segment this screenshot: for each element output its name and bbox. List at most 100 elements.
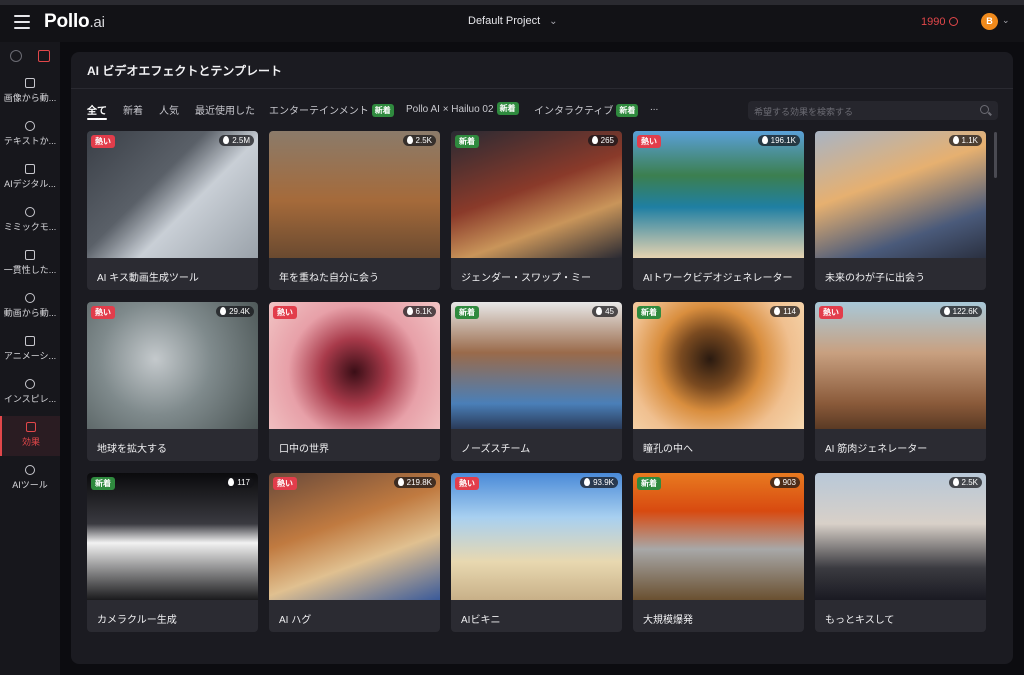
effect-thumbnail[interactable] bbox=[815, 131, 986, 258]
effect-card[interactable]: 熱い 6.1K 口中の世界 bbox=[269, 302, 440, 461]
effect-thumbnail[interactable] bbox=[87, 302, 258, 429]
sidebar-item-8[interactable]: インスピレ... bbox=[0, 373, 60, 413]
effect-title: AI 筋肉ジェネレーター bbox=[825, 444, 928, 455]
sidebar-item-3[interactable]: AIデジタル... bbox=[0, 158, 60, 198]
tab-8[interactable]: ... bbox=[650, 102, 658, 113]
effect-thumbnail[interactable] bbox=[815, 302, 986, 429]
usage-count: 29.4K bbox=[216, 306, 254, 317]
flame-icon bbox=[952, 136, 959, 144]
sidebar-item-7[interactable]: アニメーシ... bbox=[0, 330, 60, 370]
effect-thumbnail[interactable] bbox=[87, 131, 258, 258]
flame-icon bbox=[406, 307, 413, 315]
usage-count: 1.1K bbox=[948, 135, 982, 146]
tab-7[interactable]: インタラクティブ 新着 bbox=[534, 102, 639, 117]
divider bbox=[71, 88, 1013, 89]
effect-thumbnail[interactable] bbox=[269, 302, 440, 429]
usage-count-value: 122.6K bbox=[952, 307, 978, 316]
sidebar-item-9[interactable]: 効果 bbox=[0, 416, 60, 456]
sidebar: 画像から動... テキストか... AIデジタル... ミミックモ... 一貫性した..… bbox=[0, 42, 60, 675]
sidebar-item-6[interactable]: 動画から動... bbox=[0, 287, 60, 327]
tab-4[interactable]: 最近使用した bbox=[195, 102, 255, 117]
effect-card[interactable]: 2.5K もっとキスして bbox=[815, 473, 986, 632]
scrollbar[interactable] bbox=[994, 132, 997, 178]
effect-thumbnail[interactable] bbox=[269, 473, 440, 600]
tab-2[interactable]: 新着 bbox=[123, 102, 143, 117]
account-chevron-down-icon[interactable]: ⌄ bbox=[1002, 16, 1010, 26]
usage-count-value: 219.8K bbox=[406, 478, 432, 487]
effect-thumbnail[interactable] bbox=[269, 131, 440, 258]
project-selector[interactable]: Default Project ⌄ bbox=[468, 15, 558, 27]
usage-count-value: 45 bbox=[605, 307, 614, 316]
usage-count: 93.9K bbox=[580, 477, 618, 488]
effect-card[interactable]: 2.5K 年を重ねた自分に会う bbox=[269, 131, 440, 290]
effect-thumbnail[interactable] bbox=[451, 131, 622, 258]
tab-6[interactable]: Pollo AI × Hailuo 02 新着 bbox=[406, 102, 519, 115]
tab-5[interactable]: エンターテインメント 新着 bbox=[269, 102, 394, 117]
usage-count-value: 2.5K bbox=[961, 478, 978, 487]
image-mode-icon[interactable] bbox=[10, 50, 22, 62]
usage-count: 196.1K bbox=[757, 135, 800, 146]
sidebar-item-label: ミミックモ... bbox=[3, 222, 57, 232]
effect-card[interactable]: 新着 114 瞳孔の中へ bbox=[633, 302, 804, 461]
effect-title: AI ハグ bbox=[279, 615, 312, 626]
effect-thumbnail[interactable] bbox=[633, 131, 804, 258]
avatar[interactable]: B bbox=[981, 13, 998, 30]
effect-thumbnail[interactable] bbox=[87, 473, 258, 600]
usage-count-value: 117 bbox=[237, 478, 250, 487]
mode-toggle[interactable] bbox=[8, 50, 52, 64]
effect-thumbnail[interactable] bbox=[633, 302, 804, 429]
usage-count-value: 196.1K bbox=[770, 136, 796, 145]
effect-thumbnail[interactable] bbox=[815, 473, 986, 600]
sidebar-item-2[interactable]: テキストか... bbox=[0, 115, 60, 155]
flame-icon bbox=[220, 307, 227, 315]
effect-card[interactable]: 熱い 219.8K AI ハグ bbox=[269, 473, 440, 632]
search-input[interactable]: 希望する効果を検索する bbox=[748, 101, 998, 120]
top-bar: Pollo.ai Default Project ⌄ 1990 B ⌄ bbox=[0, 0, 1024, 42]
effect-card[interactable]: 新着 45 ノーズスチーム bbox=[451, 302, 622, 461]
sidebar-item-10[interactable]: AIツール bbox=[0, 459, 60, 499]
usage-count: 2.5K bbox=[402, 135, 436, 146]
effect-thumbnail[interactable] bbox=[451, 302, 622, 429]
image-to-video-icon bbox=[25, 78, 35, 88]
search-placeholder: 希望する効果を検索する bbox=[754, 107, 854, 117]
flame-icon bbox=[774, 307, 781, 315]
sidebar-item-4[interactable]: ミミックモ... bbox=[0, 201, 60, 241]
effect-card[interactable]: 新着 265 ジェンダー・スワップ・ミー bbox=[451, 131, 622, 290]
hamburger-menu-icon[interactable] bbox=[14, 15, 30, 29]
effect-card[interactable]: 熱い 93.9K AIビキニ bbox=[451, 473, 622, 632]
tab-label: インタラクティブ bbox=[534, 106, 614, 117]
effect-card[interactable]: 熱い 29.4K 地球を拡大する bbox=[87, 302, 258, 461]
sidebar-item-label: インスピレ... bbox=[3, 394, 57, 404]
tab-label: ... bbox=[650, 102, 659, 113]
effect-card[interactable]: 1.1K 未来のわが子に出会う bbox=[815, 131, 986, 290]
hot-badge: 熱い bbox=[273, 477, 297, 490]
video-mode-icon[interactable] bbox=[38, 50, 50, 62]
sidebar-item-5[interactable]: 一貫性した... bbox=[0, 244, 60, 284]
sidebar-item-label: テキストか... bbox=[3, 136, 57, 146]
effect-card[interactable]: 熱い 2.5M AI キス動画生成ツール bbox=[87, 131, 258, 290]
effect-card[interactable]: 熱い 122.6K AI 筋肉ジェネレーター bbox=[815, 302, 986, 461]
tab-1[interactable]: 全て bbox=[87, 102, 107, 120]
hot-badge: 熱い bbox=[819, 306, 843, 319]
project-name: Default Project bbox=[468, 15, 541, 27]
effect-card[interactable]: 熱い 196.1K AIトワークビデオジェネレーター bbox=[633, 131, 804, 290]
logo-text: Pollo bbox=[44, 11, 90, 32]
credits-balance[interactable]: 1990 bbox=[921, 16, 959, 28]
usage-count-value: 903 bbox=[782, 478, 796, 487]
flame-icon bbox=[591, 136, 598, 144]
new-badge: 新着 bbox=[637, 306, 661, 319]
effect-title: AIトワークビデオジェネレーター bbox=[643, 273, 793, 284]
credits-value: 1990 bbox=[921, 16, 946, 28]
effect-thumbnail[interactable] bbox=[451, 473, 622, 600]
effect-card[interactable]: 新着 117 カメラクルー生成 bbox=[87, 473, 258, 632]
effect-thumbnail[interactable] bbox=[633, 473, 804, 600]
sidebar-item-label: AIデジタル... bbox=[4, 179, 56, 189]
effect-card[interactable]: 新着 903 大規模爆発 bbox=[633, 473, 804, 632]
flame-icon bbox=[584, 478, 591, 486]
sidebar-item-1[interactable]: 画像から動... bbox=[0, 72, 60, 112]
search-icon[interactable] bbox=[980, 105, 989, 114]
tab-3[interactable]: 人気 bbox=[159, 102, 179, 117]
logo[interactable]: Pollo.ai bbox=[44, 11, 105, 33]
effect-title: カメラクルー生成 bbox=[97, 615, 177, 626]
effect-title: 口中の世界 bbox=[279, 444, 329, 455]
